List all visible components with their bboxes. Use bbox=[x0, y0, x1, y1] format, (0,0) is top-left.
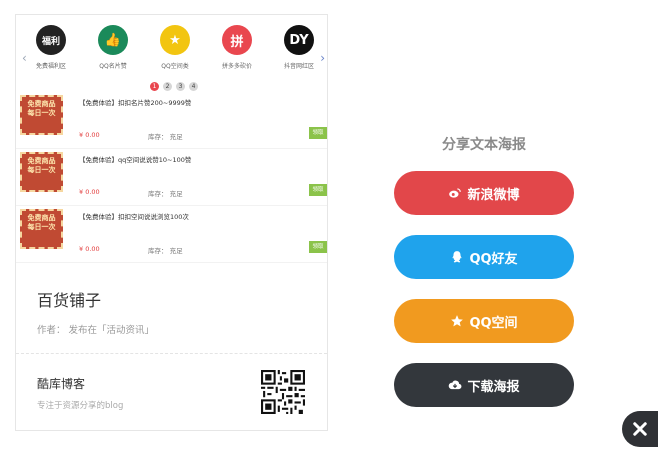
share-qq-friend-button[interactable]: QQ好友 bbox=[394, 235, 574, 279]
category-item[interactable]: DY 抖音网红区 bbox=[269, 23, 327, 70]
category-label: QQ空间类 bbox=[161, 63, 189, 70]
cloud-download-icon bbox=[449, 380, 462, 390]
claim-button[interactable]: 领取 bbox=[309, 241, 327, 253]
download-poster-label: 下载海报 bbox=[467, 379, 520, 395]
share-qq-friend-label: QQ好友 bbox=[469, 251, 518, 267]
product-thumbnail: 免费商品 每日一次 bbox=[20, 152, 63, 192]
category-item[interactable]: 👍 QQ名片赞 bbox=[83, 23, 143, 70]
category-carousel: ‹ 福利 免费福利区 👍 QQ名片赞 ★ QQ空间类 拼 拼多多砍价 DY 抖音… bbox=[16, 23, 327, 91]
page-dot[interactable]: 2 bbox=[163, 82, 172, 91]
claim-button[interactable]: 领取 bbox=[309, 127, 327, 139]
product-price: ¥ 0.00 bbox=[79, 245, 100, 253]
thumbs-up-icon: 👍 bbox=[98, 25, 128, 55]
douyin-icon: DY bbox=[284, 25, 314, 55]
star-badge-icon: ★ bbox=[160, 25, 190, 55]
product-price: ¥ 0.00 bbox=[79, 131, 100, 139]
claim-button[interactable]: 领取 bbox=[309, 184, 327, 196]
carousel-pagination: 1 2 3 4 bbox=[150, 82, 198, 91]
product-item[interactable]: 免费商品 每日一次 【免费体验】扣扣名片赞200~9999赞 ¥ 0.00 库存… bbox=[16, 93, 327, 149]
product-title: 【免费体验】qq空间说说赞10~100赞 bbox=[79, 156, 192, 164]
share-qzone-label: QQ空间 bbox=[469, 315, 518, 331]
blog-tagline: 专注于资源分享的blog bbox=[37, 401, 124, 411]
category-label: 拼多多砍价 bbox=[221, 63, 252, 70]
product-price: ¥ 0.00 bbox=[79, 188, 100, 196]
category-label: 抖音网红区 bbox=[283, 63, 314, 70]
qq-icon bbox=[452, 251, 463, 263]
star-icon bbox=[451, 315, 464, 327]
product-stock: 库存： 充足 bbox=[148, 247, 183, 255]
carousel-next-icon[interactable]: › bbox=[320, 51, 325, 65]
blog-name: 酷库博客 bbox=[37, 377, 86, 391]
download-poster-button[interactable]: 下载海报 bbox=[394, 363, 574, 407]
product-stock: 库存： 充足 bbox=[148, 190, 183, 198]
share-weibo-label: 新浪微博 bbox=[467, 187, 520, 203]
category-item[interactable]: 拼 拼多多砍价 bbox=[207, 23, 267, 70]
product-thumbnail: 免费商品 每日一次 bbox=[20, 209, 63, 249]
share-weibo-button[interactable]: 新浪微博 bbox=[394, 171, 574, 215]
share-panel-title: 分享文本海报 bbox=[442, 137, 526, 153]
product-item[interactable]: 免费商品 每日一次 【免费体验】qq空间说说赞10~100赞 ¥ 0.00 库存… bbox=[16, 150, 327, 206]
product-title: 【免费体验】扣扣名片赞200~9999赞 bbox=[79, 99, 192, 107]
page-dot[interactable]: 3 bbox=[176, 82, 185, 91]
pinduoduo-icon: 拼 bbox=[222, 25, 252, 55]
divider bbox=[16, 353, 327, 354]
product-item[interactable]: 免费商品 每日一次 【免费体验】扣扣空间说说浏览100次 ¥ 0.00 库存： … bbox=[16, 207, 327, 263]
category-item[interactable]: 福利 免费福利区 bbox=[21, 23, 81, 70]
qr-code-icon bbox=[261, 370, 305, 414]
poster-card: ‹ 福利 免费福利区 👍 QQ名片赞 ★ QQ空间类 拼 拼多多砍价 DY 抖音… bbox=[15, 14, 328, 431]
author-line: 作者： 发布在「活动资讯」 bbox=[37, 325, 155, 336]
gift-welfare-icon: 福利 bbox=[36, 25, 66, 55]
close-icon bbox=[633, 422, 647, 436]
product-thumbnail: 免费商品 每日一次 bbox=[20, 95, 63, 135]
product-stock: 库存： 充足 bbox=[148, 133, 183, 141]
product-title: 【免费体验】扣扣空间说说浏览100次 bbox=[79, 213, 189, 221]
category-item[interactable]: ★ QQ空间类 bbox=[145, 23, 205, 70]
category-label: 免费福利区 bbox=[35, 63, 66, 70]
close-button[interactable] bbox=[622, 411, 658, 447]
weibo-icon bbox=[449, 188, 462, 198]
page-dot[interactable]: 4 bbox=[189, 82, 198, 91]
category-label: QQ名片赞 bbox=[99, 63, 127, 70]
shop-name: 百货铺子 bbox=[37, 291, 102, 310]
share-qzone-button[interactable]: QQ空间 bbox=[394, 299, 574, 343]
page-dot[interactable]: 1 bbox=[150, 82, 159, 91]
